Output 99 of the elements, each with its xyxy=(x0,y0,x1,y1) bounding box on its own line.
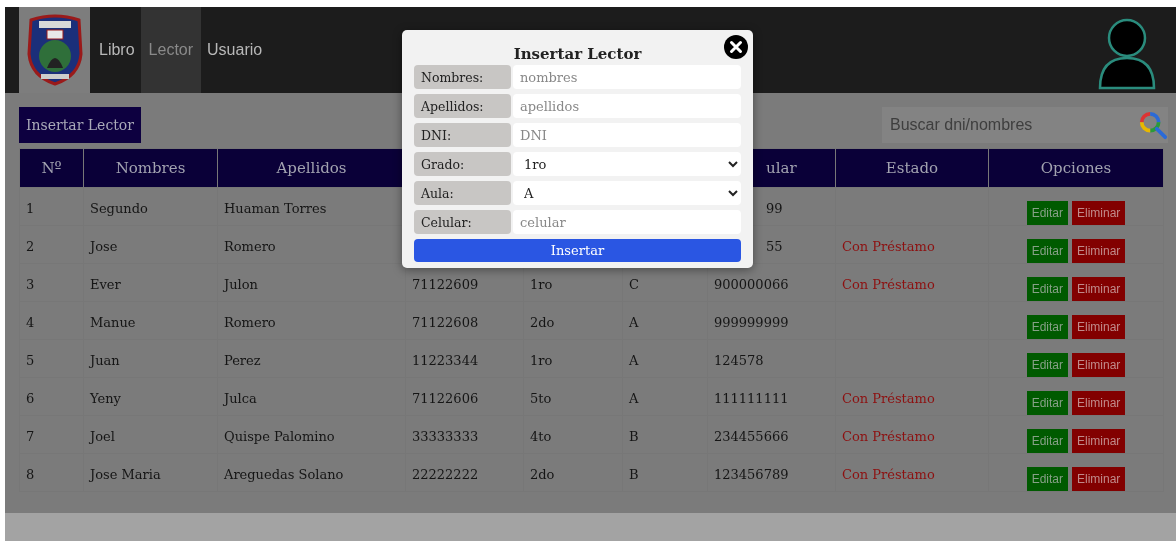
edit-button[interactable]: Editar xyxy=(1026,239,1068,263)
field-label: Celular: xyxy=(414,210,511,234)
dropdown-field[interactable]: A xyxy=(513,181,741,205)
table-cell: 900000066 xyxy=(714,277,789,292)
table-cell: A xyxy=(629,315,639,330)
table-cell: Manue xyxy=(90,315,136,330)
table-cell: Areguedas Solano xyxy=(224,467,344,482)
table-cell: Segundo xyxy=(90,201,148,216)
table-cell: 6 xyxy=(26,391,35,406)
table-cell: Jose xyxy=(90,239,118,254)
table-cell: 99 xyxy=(766,201,783,216)
table-cell: A xyxy=(629,391,639,406)
delete-button[interactable]: Eliminar xyxy=(1072,315,1126,339)
edit-button[interactable]: Editar xyxy=(1026,467,1068,491)
column-header: Opciones xyxy=(1040,159,1112,177)
delete-button[interactable]: Eliminar xyxy=(1072,391,1126,415)
field-label: Aula: xyxy=(414,181,511,205)
status-text: Con Préstamo xyxy=(842,391,935,406)
edit-button[interactable]: Editar xyxy=(1026,353,1068,377)
table-cell: Julca xyxy=(224,391,257,406)
table-cell: 4 xyxy=(26,315,35,330)
delete-button[interactable]: Eliminar xyxy=(1072,353,1126,377)
delete-button[interactable]: Eliminar xyxy=(1072,429,1126,453)
column-header: Apellidos xyxy=(276,159,347,177)
field-label: Nombres: xyxy=(414,65,511,89)
table-cell: Joel xyxy=(90,429,115,444)
table-cell: Juan xyxy=(90,353,120,368)
input-field[interactable]: celular xyxy=(513,210,741,234)
delete-button[interactable]: Eliminar xyxy=(1072,467,1126,491)
table-cell: 2 xyxy=(26,239,35,254)
search-icon[interactable] xyxy=(1138,110,1168,140)
table-cell: 5to xyxy=(530,391,552,406)
input-field[interactable]: nombres xyxy=(513,65,741,89)
edit-button[interactable]: Editar xyxy=(1026,277,1068,301)
table-cell: 71122609 xyxy=(412,277,479,292)
delete-button[interactable]: Eliminar xyxy=(1072,201,1126,225)
table-cell: Romero xyxy=(224,315,276,330)
table-cell: 11223344 xyxy=(412,353,479,368)
table-cell: 999999999 xyxy=(714,315,789,330)
status-text: Con Préstamo xyxy=(842,239,935,254)
search-field[interactable]: Buscar dni/nombres xyxy=(882,107,1168,143)
table-cell: Jose Maria xyxy=(90,467,161,482)
table-cell: 4to xyxy=(530,429,552,444)
table-cell: 71122606 xyxy=(412,391,479,406)
edit-button[interactable]: Editar xyxy=(1026,201,1068,225)
column-header: ular xyxy=(766,159,797,177)
table-cell: A xyxy=(629,353,639,368)
avatar-icon[interactable] xyxy=(1098,18,1156,90)
table-cell: 123456789 xyxy=(714,467,789,482)
status-text: Con Préstamo xyxy=(842,277,935,292)
delete-button[interactable]: Eliminar xyxy=(1072,277,1126,301)
delete-button[interactable]: Eliminar xyxy=(1072,239,1126,263)
table-cell: 124578 xyxy=(714,353,764,368)
field-label: Grado: xyxy=(414,152,511,176)
table-cell: 22222222 xyxy=(412,467,479,482)
column-header: Estado xyxy=(885,159,939,177)
table-cell: Yeny xyxy=(90,391,121,406)
table-cell: 1ro xyxy=(530,277,553,292)
table-cell: 2do xyxy=(530,467,555,482)
status-text: Con Préstamo xyxy=(842,429,935,444)
field-label: DNI: xyxy=(414,123,511,147)
table-cell: 1 xyxy=(26,201,35,216)
close-icon[interactable] xyxy=(724,35,748,59)
insert-lector-button[interactable]: Insertar Lector xyxy=(19,107,141,143)
table-cell: Ever xyxy=(90,277,121,292)
table-cell: 111111111 xyxy=(714,391,789,406)
table-cell: 5 xyxy=(26,353,35,368)
table-cell: B xyxy=(629,467,639,482)
input-field[interactable]: DNI xyxy=(513,123,741,147)
column-header: Nº xyxy=(41,159,62,177)
table-cell: 8 xyxy=(26,467,35,482)
insertar-button[interactable]: Insertar xyxy=(414,239,741,262)
table-cell: Julon xyxy=(224,277,258,292)
table-cell: Romero xyxy=(224,239,276,254)
table-cell: 33333333 xyxy=(412,429,479,444)
nav-link[interactable]: Lector xyxy=(140,7,202,93)
nav-link[interactable]: Libro xyxy=(93,7,141,93)
table-cell: 55 xyxy=(766,239,783,254)
edit-button[interactable]: Editar xyxy=(1026,391,1068,415)
column-header: Nombres xyxy=(115,159,186,177)
input-field[interactable]: apellidos xyxy=(513,94,741,118)
table-cell: Quispe Palomino xyxy=(224,429,335,444)
dropdown-field[interactable]: 1ro xyxy=(513,152,741,176)
table-cell: Perez xyxy=(224,353,261,368)
table-cell: C xyxy=(629,277,639,292)
table-cell: 7 xyxy=(26,429,35,444)
table-cell: 71122608 xyxy=(412,315,479,330)
edit-button[interactable]: Editar xyxy=(1026,315,1068,339)
field-label: Apellidos: xyxy=(414,94,511,118)
status-text: Con Préstamo xyxy=(842,467,935,482)
table-cell: 3 xyxy=(26,277,35,292)
nav-link[interactable]: Usuario xyxy=(201,7,269,93)
edit-button[interactable]: Editar xyxy=(1026,429,1068,453)
table-cell: 234455666 xyxy=(714,429,789,444)
table-cell: B xyxy=(629,429,639,444)
table-cell: Huaman Torres xyxy=(224,201,327,216)
table-cell: 2do xyxy=(530,315,555,330)
table-cell: 1ro xyxy=(530,353,553,368)
modal-title: Insertar Lector xyxy=(513,45,642,63)
